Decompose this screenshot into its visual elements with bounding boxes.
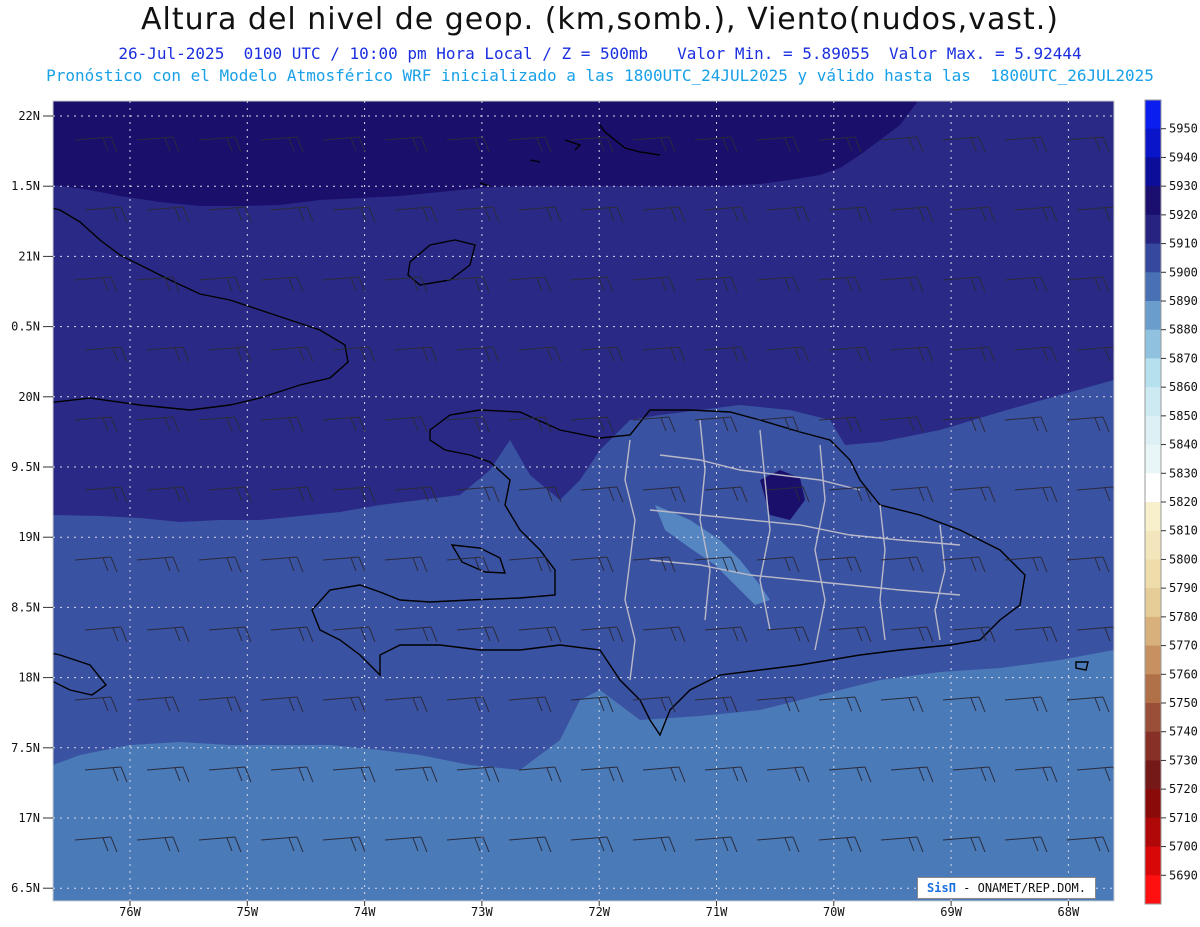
lat-tick-label: 22N <box>18 109 40 123</box>
colorbar-swatch <box>1145 502 1161 532</box>
colorbar-level-label: 5880 <box>1169 323 1198 337</box>
lon-tick-label: 71W <box>706 905 728 919</box>
colorbar-level-label: 5820 <box>1169 495 1198 509</box>
colorbar-level-label: 5950 <box>1169 122 1198 136</box>
lon-tick-label: 72W <box>588 905 610 919</box>
colorbar-swatch <box>1145 100 1161 130</box>
colorbar-level-label: 5830 <box>1169 466 1198 480</box>
colorbar-swatch <box>1145 186 1161 216</box>
colorbar-swatch <box>1145 157 1161 187</box>
colorbar-level-label: 5900 <box>1169 265 1198 279</box>
colorbar-level-label: 5750 <box>1169 696 1198 710</box>
lon-tick-label: 74W <box>354 905 376 919</box>
lat-tick-label: 20N <box>18 390 40 404</box>
colorbar-swatch <box>1145 846 1161 876</box>
colorbar-level-label: 5690 <box>1169 868 1198 882</box>
lon-tick-label: 76W <box>119 905 141 919</box>
colorbar-level-label: 5840 <box>1169 438 1198 452</box>
colorbar-swatch <box>1145 875 1161 905</box>
lon-tick-label: 73W <box>471 905 493 919</box>
forecast-map: 22N 1.5N 21N 0.5N 20N 9.5N 19N 8.5N 18N 7.5N 17N 6.… <box>11 99 1198 919</box>
longitude-labels: 76W 75W 74W 73W 72W 71W 70W 69W 68W <box>119 901 1080 919</box>
colorbar-swatch <box>1145 674 1161 704</box>
colorbar-swatch <box>1145 559 1161 589</box>
lat-tick-label: 8.5N <box>11 600 40 614</box>
colorbar-swatch <box>1145 703 1161 733</box>
credit-text: - ONAMET/REP.DOM. <box>955 881 1086 895</box>
colorbar-level-label: 5810 <box>1169 524 1198 538</box>
colorbar-swatch <box>1145 243 1161 273</box>
colorbar-level-label: 5920 <box>1169 208 1198 222</box>
lat-tick-label: 21N <box>18 249 40 263</box>
lat-tick-label: 7.5N <box>11 741 40 755</box>
colorbar-level-label: 5940 <box>1169 150 1198 164</box>
colorbar-level-label: 5760 <box>1169 667 1198 681</box>
colorbar-swatch <box>1145 588 1161 618</box>
colorbar-swatch <box>1145 789 1161 819</box>
lon-tick-label: 70W <box>823 905 845 919</box>
lon-tick-label: 68W <box>1058 905 1080 919</box>
colorbar-level-label: 5860 <box>1169 380 1198 394</box>
colorbar-level-label: 5780 <box>1169 610 1198 624</box>
geopotential-shading <box>53 101 1114 901</box>
lat-tick-label: 17N <box>18 811 40 825</box>
colorbar-swatch <box>1145 616 1161 647</box>
colorbar-level-label: 5910 <box>1169 237 1198 251</box>
lat-tick-label: 9.5N <box>11 460 40 474</box>
lat-tick-label: 19N <box>18 530 40 544</box>
colorbar-level-label: 5890 <box>1169 294 1198 308</box>
colorbar-level-label: 5710 <box>1169 811 1198 825</box>
colorbar-swatch <box>1145 415 1161 446</box>
colorbar-level-label: 5770 <box>1169 639 1198 653</box>
lat-tick-label: 0.5N <box>11 320 40 334</box>
sispi-logo: SisΠ <box>927 881 956 895</box>
lat-tick-label: 18N <box>18 671 40 685</box>
colorbar-level-label: 5800 <box>1169 552 1198 566</box>
lon-tick-label: 69W <box>940 905 962 919</box>
colorbar-level-label: 5740 <box>1169 725 1198 739</box>
lon-tick-label: 75W <box>236 905 258 919</box>
colorbar-swatch <box>1145 530 1161 560</box>
colorbar-swatch <box>1145 128 1161 158</box>
colorbar-swatch <box>1145 817 1161 848</box>
colorbar-level-label: 5870 <box>1169 351 1198 365</box>
colorbar-level-label: 5730 <box>1169 753 1198 767</box>
latitude-labels: 22N 1.5N 21N 0.5N 20N 9.5N 19N 8.5N 18N 7.5N 17N 6.… <box>11 109 53 895</box>
colorbar-swatch <box>1145 444 1161 474</box>
colorbar-swatch <box>1145 731 1161 761</box>
colorbar-level-label: 5930 <box>1169 179 1198 193</box>
colorbar-level-label: 5720 <box>1169 782 1198 796</box>
colorbar-swatch <box>1145 473 1161 503</box>
colorbar-swatch <box>1145 760 1161 790</box>
colorbar-swatch <box>1145 645 1161 675</box>
credit-box: SisΠ - ONAMET/REP.DOM. <box>917 877 1096 899</box>
colorbar-level-label: 5790 <box>1169 581 1198 595</box>
colorbar-swatch <box>1145 301 1161 331</box>
colorbar-swatch <box>1145 329 1161 359</box>
colorbar-swatch <box>1145 387 1161 417</box>
lat-tick-label: 6.5N <box>11 881 40 895</box>
colorbar: 5950 5940 5930 5920 5910 5900 5890 5880 5870 5860… <box>1144 99 1198 905</box>
lat-tick-label: 1.5N <box>11 179 40 193</box>
colorbar-level-label: 5700 <box>1169 840 1198 854</box>
colorbar-swatch <box>1145 358 1161 388</box>
colorbar-swatch <box>1145 272 1161 302</box>
colorbar-level-label: 5850 <box>1169 409 1198 423</box>
colorbar-swatch <box>1145 214 1161 245</box>
